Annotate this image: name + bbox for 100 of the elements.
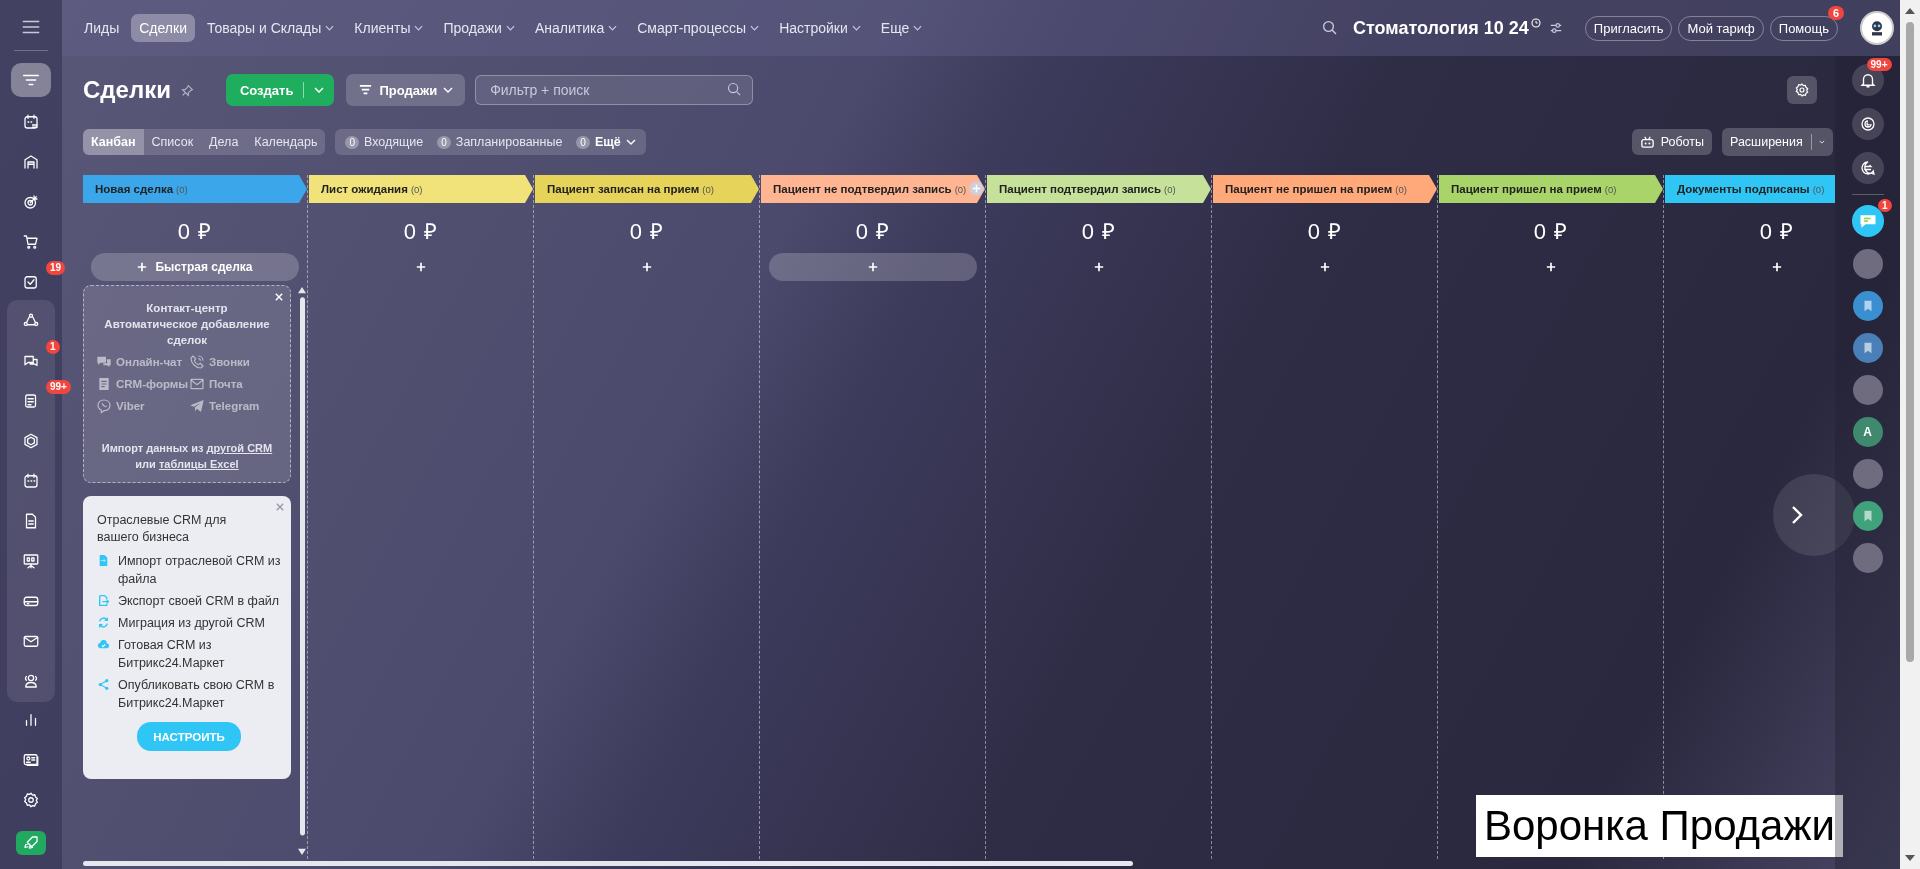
pipeline-button[interactable]: Продажи (346, 74, 466, 106)
count-badge: 19 (46, 261, 66, 275)
count-badge: 99+ (1866, 58, 1892, 71)
chevron-down-icon (750, 25, 760, 31)
stage-header[interactable]: Пациент не пришел на прием (0) (1213, 175, 1437, 203)
nav-tab[interactable]: Товары и Склады (198, 14, 343, 42)
channel-link[interactable]: Viber (96, 398, 189, 414)
chevron-down-icon (625, 139, 636, 145)
group-avatar[interactable] (1852, 291, 1883, 321)
view-tab[interactable]: Календарь (246, 129, 326, 155)
add-stage-icon[interactable] (969, 181, 984, 196)
group-avatar[interactable] (1852, 333, 1883, 363)
channel-link[interactable]: CRM-формы (96, 376, 189, 392)
plus-icon (137, 262, 148, 272)
channel-link[interactable]: Почта (189, 376, 282, 392)
nav-tab[interactable]: Сделки (131, 14, 195, 42)
channel-link[interactable]: Telegram (189, 398, 282, 414)
counter-filter[interactable]: 0 Запланированные (437, 135, 563, 149)
group-avatar[interactable] (1852, 501, 1883, 531)
plus-icon (1546, 262, 1556, 272)
stage-total: 0 ₽ (1307, 218, 1343, 245)
view-tab[interactable]: Канбан (83, 129, 144, 155)
chevron-down-icon (851, 25, 861, 31)
chevron-down-icon (414, 25, 424, 31)
spiral-icon (1858, 115, 1877, 133)
count-badge: 6 (1827, 5, 1844, 20)
industry-crm-link[interactable]: Опубликовать свою CRM в Битрикс24.Маркет (118, 676, 281, 712)
share-icon (97, 678, 110, 691)
nav-tab[interactable]: Аналитика (526, 14, 626, 42)
stage-total: 0 ₽ (177, 218, 213, 245)
form-icon (96, 376, 112, 392)
nav-tab[interactable]: Еще (872, 14, 931, 42)
nav-tab[interactable]: Клиенты (346, 14, 432, 42)
nav-tab[interactable]: Лиды (76, 14, 128, 42)
channel-link[interactable]: Онлайн-чат (96, 354, 189, 370)
sidebar-button[interactable] (1851, 108, 1884, 140)
sidebar-button[interactable] (1851, 152, 1884, 184)
channel-link[interactable]: Звонки (189, 354, 282, 370)
plus-icon (1772, 262, 1782, 272)
extensions-button[interactable]: Расширения (1722, 128, 1833, 156)
import-icon (97, 554, 110, 567)
plus-icon (642, 262, 652, 272)
avatar-photo-placeholder[interactable] (1852, 543, 1883, 573)
sync-icon (97, 616, 110, 629)
stage-header[interactable]: Лист ожидания (0) (309, 175, 533, 203)
industry-crm-link[interactable]: Импорт отраслевой CRM из файла (118, 552, 281, 588)
stage-total: 0 ₽ (1081, 218, 1117, 245)
settings-icon (1794, 82, 1810, 98)
counter-filter[interactable]: 0 Входящие (345, 135, 424, 149)
stage-header[interactable]: Пациент записан на прием (0) (535, 175, 759, 203)
import-text: Импорт данных из другой CRM или таблицы Excel (100, 441, 274, 472)
view-tab[interactable]: Дела (201, 129, 247, 155)
stage-header[interactable]: Пациент подтвердил запись (0) (987, 175, 1211, 203)
card-title: Контакт-центр (145, 301, 229, 316)
chevron-down-icon (443, 87, 454, 93)
card-title: Отраслевые CRM для вашего бизнеса (97, 512, 228, 546)
sidebar-item[interactable] (16, 831, 46, 855)
count-badge: 1 (1877, 199, 1892, 212)
stage-header[interactable]: Пациент не подтвердил запись (0) (761, 175, 985, 203)
excel-import-link[interactable]: таблицы Excel (158, 458, 239, 470)
plus-icon (1094, 262, 1104, 272)
quick-deal-button[interactable]: Быстрая сделка (91, 253, 299, 281)
nav-tab[interactable]: Настройки (771, 14, 869, 42)
industry-crm-link[interactable]: Миграция из другой CRM (118, 614, 265, 632)
viber-icon (96, 398, 112, 414)
count-badge: 99+ (46, 380, 71, 394)
horizontal-scrollbar[interactable] (83, 861, 1133, 866)
create-button[interactable]: Создать (225, 74, 335, 106)
avatar-initial[interactable]: А (1852, 417, 1883, 447)
robots-button[interactable]: Роботы (1631, 129, 1712, 155)
nav-tab[interactable]: Продажи (435, 14, 523, 42)
stage-total: 0 ₽ (1759, 218, 1795, 245)
avatar-photo-placeholder[interactable] (1852, 459, 1883, 489)
counter-filter[interactable]: 0 Ещё (576, 135, 636, 149)
sidebar-item[interactable] (11, 63, 51, 97)
sliders-icon[interactable] (1548, 21, 1563, 35)
nav-tab[interactable]: Смарт-процессы (629, 14, 768, 42)
crm-import-link[interactable]: другой CRM (206, 442, 273, 454)
avatar-photo-placeholder[interactable] (1852, 375, 1883, 405)
plus-icon (1320, 262, 1330, 272)
chevron-down-icon (314, 87, 325, 93)
avatar-photo-placeholder[interactable] (1852, 249, 1883, 279)
view-tab[interactable]: Список (143, 129, 202, 155)
industry-crm-link[interactable]: Готовая CRM из Битрикс24.Маркет (118, 636, 281, 672)
pin-icon[interactable] (180, 83, 194, 97)
stage-header[interactable]: Пациент пришел на прием (0) (1439, 175, 1663, 203)
user-avatar[interactable] (1860, 11, 1894, 45)
stage-header[interactable]: Новая сделка (0) (83, 175, 307, 203)
settings-button[interactable] (1787, 76, 1817, 104)
messenger-button[interactable] (1851, 205, 1884, 237)
portal-title[interactable]: Стоматология 10 24 (1353, 17, 1529, 39)
robot-icon (1639, 134, 1655, 150)
search-icon[interactable] (1321, 19, 1339, 37)
page-scrollbar[interactable] (1900, 0, 1920, 869)
industry-crm-link[interactable]: Экспорт своей CRM в файл (118, 592, 280, 610)
count-badge: 1 (46, 340, 60, 354)
stage-header[interactable]: Документы подписаны (0) (1665, 175, 1835, 203)
plus-icon (416, 262, 426, 272)
chevron-down-icon (913, 25, 923, 31)
caption-label: Воронка Продажи (1476, 795, 1843, 857)
